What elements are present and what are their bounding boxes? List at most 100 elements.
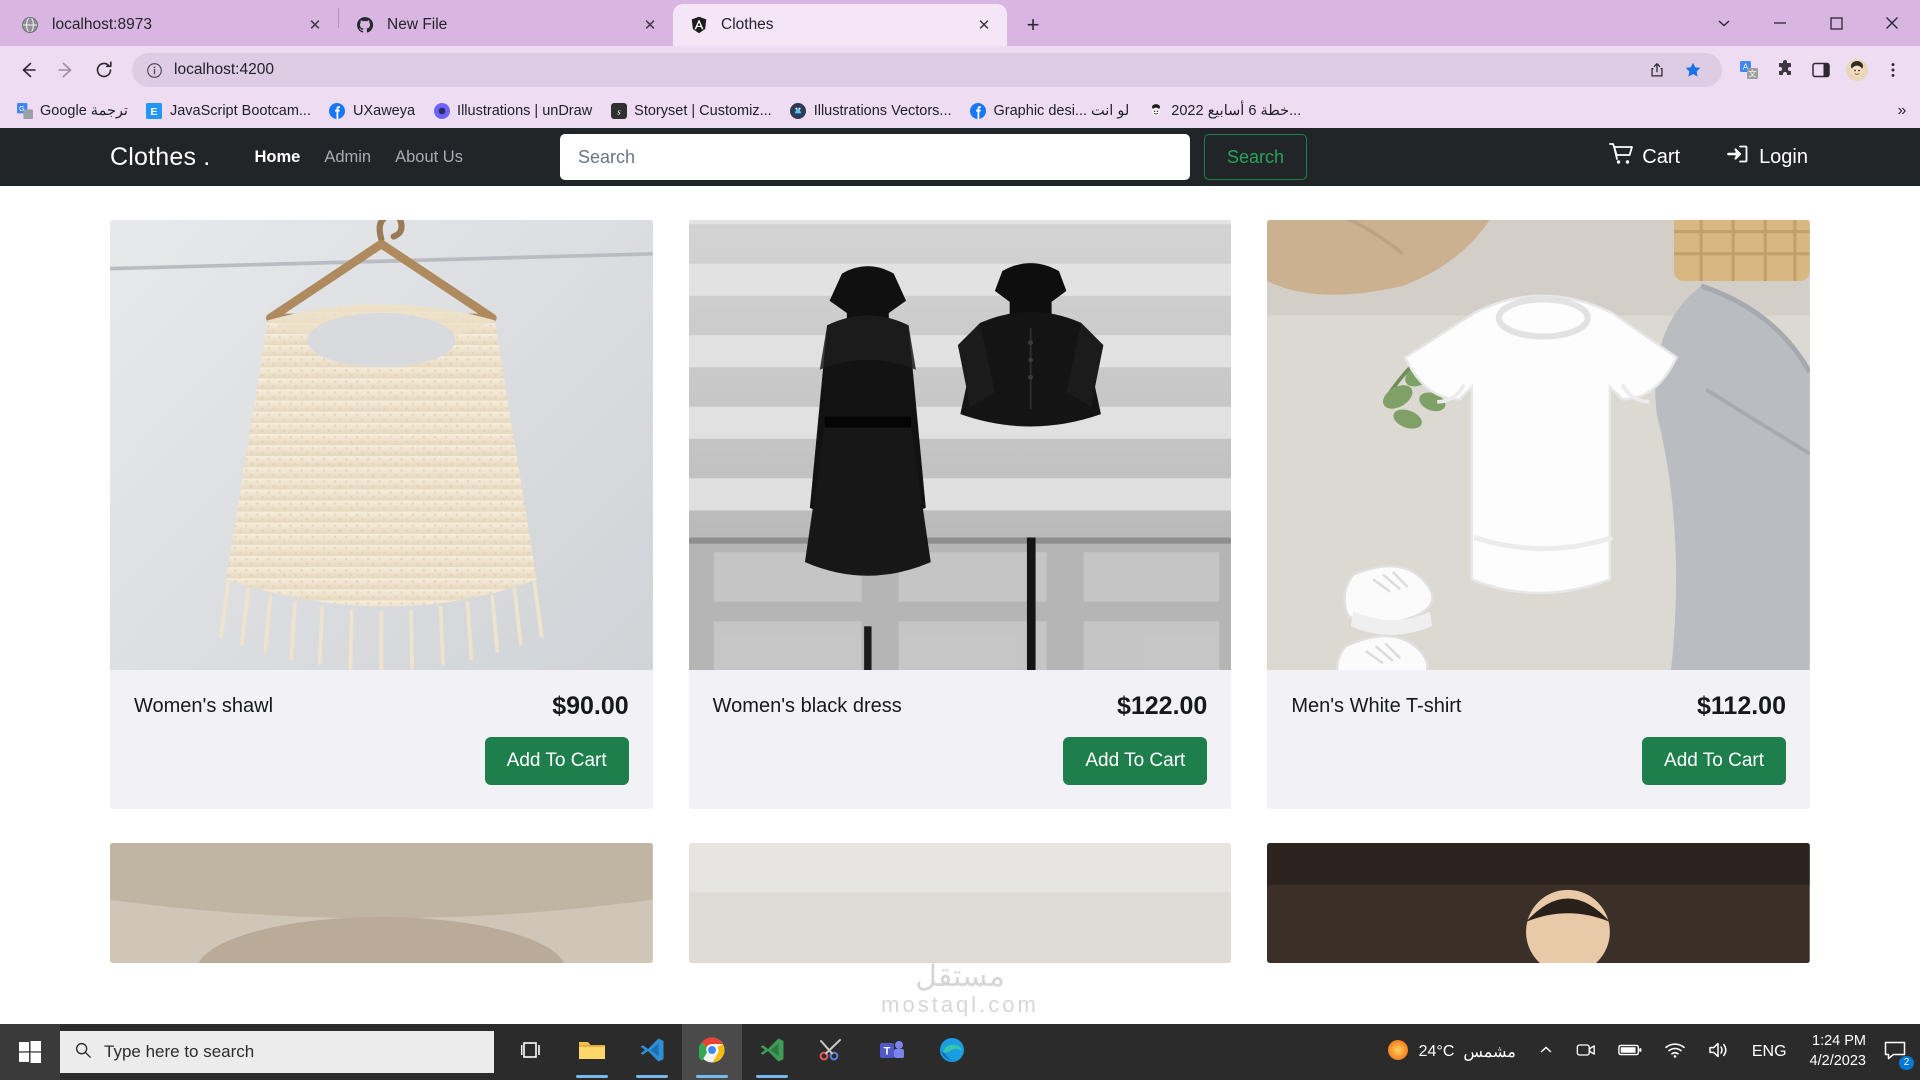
puzzle-icon[interactable] [1768, 53, 1802, 87]
expand-chevron-icon[interactable] [1696, 0, 1752, 46]
taskbar-app-google-chrome[interactable] [682, 1024, 742, 1080]
add-to-cart-button[interactable]: Add To Cart [1642, 737, 1786, 785]
svg-text:T: T [884, 1045, 891, 1057]
bookmark-item[interactable]: UXaweya [321, 99, 423, 124]
minimize-button[interactable] [1752, 0, 1808, 46]
forward-button[interactable] [48, 52, 84, 88]
window-controls [1696, 0, 1920, 46]
bookmark-item[interactable]: Graphic desi... لو انت [962, 99, 1138, 124]
site-search-group: Search [560, 134, 1307, 180]
address-bar[interactable]: localhost:4200 [132, 53, 1722, 87]
wifi-icon [1664, 1041, 1686, 1064]
task-view-button[interactable] [502, 1024, 562, 1080]
product-card[interactable]: Women's shawl $90.00 Add To Cart [110, 220, 653, 809]
search-input[interactable] [560, 134, 1190, 180]
product-grid-row2 [0, 809, 1920, 963]
facebook-icon [329, 103, 346, 120]
taskbar-app-file-explorer[interactable] [562, 1024, 622, 1080]
svg-text:s: s [617, 107, 621, 117]
omnibox-actions [1640, 53, 1710, 87]
address-bar-url: localhost:4200 [174, 61, 274, 79]
browser-tab-1-title: localhost:8973 [52, 16, 304, 34]
watermark-arabic: مستقل [881, 959, 1039, 994]
nav-link-about-us[interactable]: About Us [395, 148, 463, 167]
site-brand[interactable]: Clothes . [110, 143, 210, 172]
bookmark-label: Storyset | Customiz... [634, 103, 772, 119]
product-card[interactable]: Men's White T-shirt $112.00 Add To Cart [1267, 220, 1810, 809]
start-button[interactable] [0, 1024, 60, 1080]
bitmoji-icon [1147, 103, 1164, 120]
product-info: Men's White T-shirt $112.00 [1267, 670, 1810, 721]
watermark: مستقل mostaql.com [881, 959, 1039, 1018]
add-to-cart-button[interactable]: Add To Cart [485, 737, 629, 785]
educative-icon: E [146, 103, 163, 120]
cart-button[interactable]: Cart [1609, 143, 1680, 171]
bookmarks-overflow-icon[interactable]: » [1890, 99, 1914, 123]
close-icon[interactable]: ✕ [973, 14, 995, 36]
taskbar-clock[interactable]: 1:24 PM 4/2/2023 [1798, 1024, 1878, 1080]
vscode-insiders-icon [759, 1037, 785, 1068]
bookmark-item[interactable]: s Storyset | Customiz... [602, 99, 780, 124]
star-filled-icon[interactable] [1676, 53, 1710, 87]
product-card[interactable] [689, 843, 1232, 963]
taskbar-app-snipping-tool[interactable] [802, 1024, 862, 1080]
windows-taskbar: Type here to search [0, 1024, 1920, 1080]
browser-tab-1[interactable]: localhost:8973 ✕ [4, 4, 338, 46]
bookmark-item[interactable]: E JavaScript Bootcam... [138, 99, 319, 124]
battery-status[interactable] [1607, 1024, 1653, 1080]
bookmark-label: Google ترجمة [40, 103, 128, 119]
maximize-button[interactable] [1808, 0, 1864, 46]
weather-widget[interactable]: 24°C مشمس [1375, 1024, 1527, 1080]
three-dots-icon[interactable] [1876, 53, 1910, 87]
side-panel-icon[interactable] [1804, 53, 1838, 87]
angular-icon [689, 15, 709, 35]
bookmark-item[interactable]: Illustrations | unDraw [425, 99, 600, 124]
reload-button[interactable] [86, 52, 122, 88]
language-indicator[interactable]: ENG [1741, 1024, 1798, 1080]
clock-time: 1:24 PM [1812, 1032, 1866, 1052]
product-price: $90.00 [552, 692, 628, 721]
system-tray: 24°C مشمس ENG [1375, 1024, 1920, 1080]
product-image-row2-left [110, 843, 653, 963]
close-icon[interactable]: ✕ [639, 14, 661, 36]
search-button[interactable]: Search [1204, 134, 1307, 180]
taskbar-app-vscode-insiders[interactable] [742, 1024, 802, 1080]
back-button[interactable] [10, 52, 46, 88]
site-navbar: Clothes . Home Admin About Us Search Car… [0, 128, 1920, 186]
browser-tab-3[interactable]: Clothes ✕ [673, 4, 1007, 46]
bookmark-item[interactable]: خطة 6 أسابيع 2022... [1139, 99, 1309, 124]
globe-icon [20, 15, 40, 35]
nav-link-home[interactable]: Home [254, 148, 300, 167]
taskbar-apps: T [502, 1024, 982, 1080]
network-status[interactable] [1653, 1024, 1697, 1080]
bookmark-label: خطة 6 أسابيع 2022... [1171, 103, 1301, 119]
new-tab-button[interactable]: + [1015, 7, 1051, 43]
tray-overflow-button[interactable] [1527, 1024, 1565, 1080]
share-icon[interactable] [1640, 53, 1674, 87]
bookmark-item[interactable]: Illustrations Vectors... [782, 99, 960, 124]
product-card[interactable] [1267, 843, 1810, 963]
bookmark-item[interactable]: G Google ترجمة [8, 99, 136, 124]
taskbar-search-box[interactable]: Type here to search [60, 1031, 494, 1073]
close-window-button[interactable] [1864, 0, 1920, 46]
close-icon[interactable]: ✕ [304, 14, 326, 36]
add-to-cart-button[interactable]: Add To Cart [1063, 737, 1207, 785]
volume-status[interactable] [1697, 1024, 1741, 1080]
taskbar-app-microsoft-teams[interactable]: T [862, 1024, 922, 1080]
nav-link-admin[interactable]: Admin [324, 148, 371, 167]
taskbar-app-visual-studio-code[interactable] [622, 1024, 682, 1080]
svg-text:文: 文 [1749, 69, 1757, 79]
avatar-icon[interactable] [1840, 53, 1874, 87]
battery-icon [1618, 1042, 1642, 1063]
info-circle-icon[interactable] [144, 62, 164, 79]
product-actions: Add To Cart [110, 721, 653, 809]
product-card[interactable] [110, 843, 653, 963]
google-translate-icon[interactable]: A文 [1732, 53, 1766, 87]
notifications-button[interactable]: 2 [1878, 1024, 1920, 1080]
meet-now-button[interactable] [1565, 1024, 1607, 1080]
login-button[interactable]: Login [1726, 143, 1808, 171]
bookmark-label: Graphic desi... لو انت [994, 103, 1130, 119]
browser-tab-2[interactable]: New File ✕ [339, 4, 673, 46]
product-card[interactable]: Women's black dress $122.00 Add To Cart [689, 220, 1232, 809]
taskbar-app-microsoft-edge[interactable] [922, 1024, 982, 1080]
